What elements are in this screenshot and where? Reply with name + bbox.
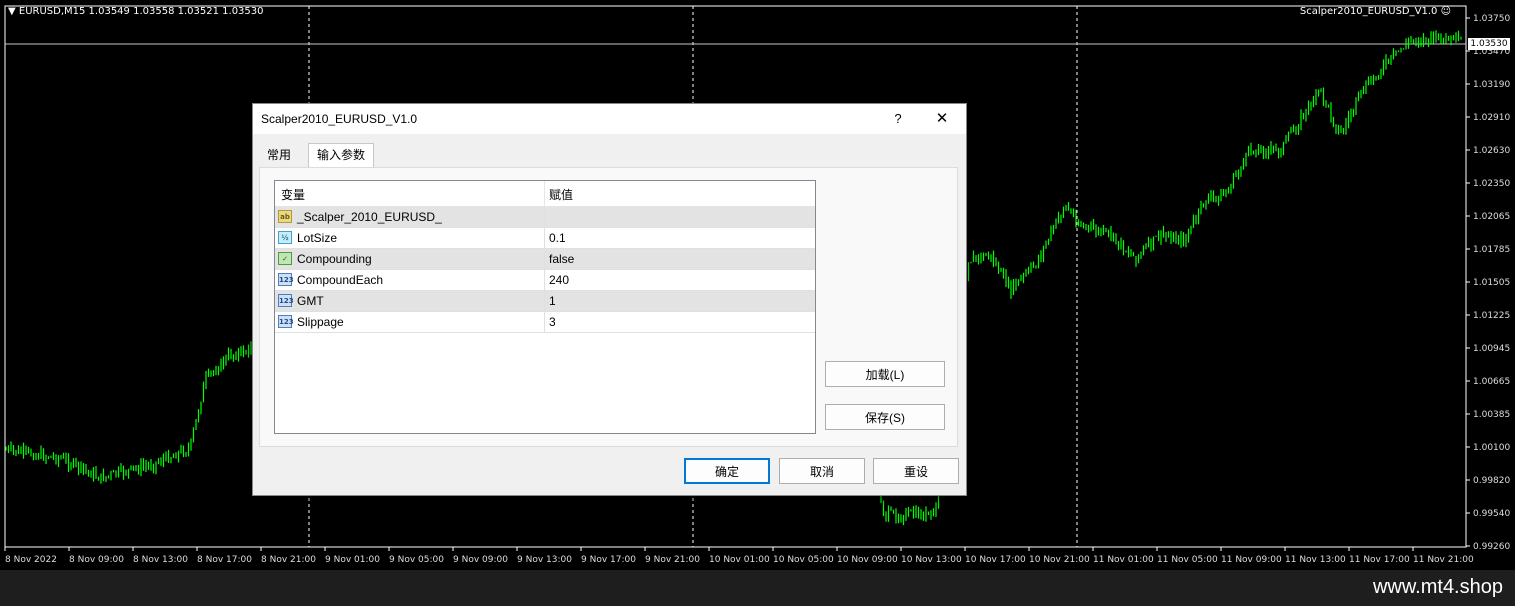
price-level-label: 1.02910	[1473, 113, 1510, 123]
chart-header-text: EURUSD,M15 1.03549 1.03558 1.03521 1.035…	[18, 6, 264, 17]
cell-divider	[544, 249, 545, 269]
price-level-label: 1.00100	[1473, 443, 1510, 453]
cell-divider	[544, 207, 545, 227]
ea-name: Scalper2010_EURUSD_V1.0	[1299, 6, 1438, 17]
tab-input-parameters[interactable]: 输入参数	[308, 143, 375, 168]
price-level-label: 1.01785	[1473, 245, 1510, 255]
time-label: 9 Nov 01:00	[325, 555, 380, 565]
table-row[interactable]: ½ LotSize 0.1	[275, 228, 815, 249]
time-label: 11 Nov 05:00	[1157, 555, 1218, 565]
time-label: 11 Nov 17:00	[1349, 555, 1410, 565]
time-label: 10 Nov 01:00	[709, 555, 770, 565]
close-button[interactable]: ✕	[928, 109, 956, 129]
table-row[interactable]: 123 GMT 1	[275, 291, 815, 312]
time-label: 10 Nov 05:00	[773, 555, 834, 565]
ea-properties-dialog: Scalper2010_EURUSD_V1.0 ? ✕ 常用 输入参数 变量 赋…	[252, 103, 967, 496]
help-button[interactable]: ?	[888, 109, 908, 129]
time-label: 8 Nov 21:00	[261, 555, 316, 565]
price-level-label: 1.01225	[1473, 311, 1510, 321]
price-level-label: 0.99540	[1473, 509, 1510, 519]
watermark: www.mt4.shop	[1372, 576, 1503, 598]
time-label: 10 Nov 09:00	[837, 555, 898, 565]
cell-divider	[544, 291, 545, 311]
price-level-label: 1.03750	[1473, 14, 1510, 24]
time-label: 9 Nov 09:00	[453, 555, 508, 565]
param-value[interactable]: 3	[549, 315, 556, 329]
table-row[interactable]: 123 CompoundEach 240	[275, 270, 815, 291]
price-level-label: 1.00385	[1473, 410, 1510, 420]
expert-advisor-label: Scalper2010_EURUSD_V1.0 ☺	[1300, 6, 1451, 17]
table-header: 变量 赋值	[275, 181, 815, 207]
time-label: 8 Nov 17:00	[197, 555, 252, 565]
price-level-label: 0.99260	[1473, 542, 1510, 552]
time-label: 9 Nov 05:00	[389, 555, 444, 565]
param-name: CompoundEach	[297, 273, 384, 287]
dialog-title: Scalper2010_EURUSD_V1.0	[261, 112, 418, 126]
time-label: 9 Nov 17:00	[581, 555, 636, 565]
column-divider[interactable]	[544, 181, 545, 206]
time-label: 8 Nov 13:00	[133, 555, 188, 565]
time-label: 10 Nov 21:00	[1029, 555, 1090, 565]
column-header-variable[interactable]: 变量	[281, 186, 305, 203]
table-row[interactable]: ab _Scalper_2010_EURUSD_	[275, 207, 815, 228]
smiley-icon[interactable]: ☺	[1441, 6, 1451, 17]
time-label: 10 Nov 17:00	[965, 555, 1026, 565]
parameters-table: 变量 赋值 ab _Scalper_2010_EURUSD_ ½ LotSize…	[274, 180, 816, 434]
param-name: LotSize	[297, 231, 338, 245]
cell-divider	[544, 312, 545, 332]
bool-type-icon: ✓	[278, 252, 292, 265]
triangle-down-icon[interactable]: ▼	[8, 6, 16, 17]
param-name: Compounding	[297, 252, 372, 266]
price-level-label: 1.00665	[1473, 377, 1510, 387]
time-label: 8 Nov 2022	[5, 555, 57, 565]
int-type-icon: 123	[278, 294, 294, 307]
price-level-label: 1.02350	[1473, 179, 1510, 189]
time-label: 11 Nov 13:00	[1285, 555, 1346, 565]
time-label: 11 Nov 01:00	[1093, 555, 1154, 565]
string-type-icon: ab	[278, 210, 292, 223]
reset-button[interactable]: 重设	[873, 458, 959, 484]
column-header-value[interactable]: 赋值	[549, 186, 573, 203]
param-value[interactable]: 240	[549, 273, 569, 287]
price-level-label: 0.99820	[1473, 476, 1510, 486]
time-label: 8 Nov 09:00	[69, 555, 124, 565]
table-row[interactable]: ✓ Compounding false	[275, 249, 815, 270]
ok-button[interactable]: 确定	[684, 458, 770, 484]
param-value[interactable]: 0.1	[549, 231, 566, 245]
price-level-label: 1.02630	[1473, 146, 1510, 156]
load-button[interactable]: 加载(L)	[825, 361, 945, 387]
price-level-label: 1.00945	[1473, 344, 1510, 354]
table-row[interactable]: 123 Slippage 3	[275, 312, 815, 333]
price-level-label: 1.03190	[1473, 80, 1510, 90]
cell-divider	[544, 228, 545, 248]
time-label: 11 Nov 21:00	[1413, 555, 1474, 565]
dialog-titlebar[interactable]: Scalper2010_EURUSD_V1.0 ? ✕	[253, 104, 966, 134]
cancel-button[interactable]: 取消	[779, 458, 865, 484]
double-type-icon: ½	[278, 231, 292, 244]
time-label: 11 Nov 09:00	[1221, 555, 1282, 565]
cell-divider	[544, 270, 545, 290]
param-value[interactable]: 1	[549, 294, 556, 308]
param-name: GMT	[297, 294, 324, 308]
time-label: 10 Nov 13:00	[901, 555, 962, 565]
price-level-label: 1.02065	[1473, 212, 1510, 222]
price-level-label: 1.01505	[1473, 278, 1510, 288]
chart-symbol-header: ▼ EURUSD,M15 1.03549 1.03558 1.03521 1.0…	[8, 6, 264, 17]
int-type-icon: 123	[278, 315, 294, 328]
param-name: Slippage	[297, 315, 344, 329]
int-type-icon: 123	[278, 273, 294, 286]
current-price-tag: 1.03530	[1468, 38, 1510, 50]
param-value[interactable]: false	[549, 252, 574, 266]
param-name: _Scalper_2010_EURUSD_	[297, 210, 442, 224]
time-label: 9 Nov 13:00	[517, 555, 572, 565]
footer-bar: www.mt4.shop	[0, 570, 1515, 606]
time-label: 9 Nov 21:00	[645, 555, 700, 565]
save-button[interactable]: 保存(S)	[825, 404, 945, 430]
tab-common[interactable]: 常用	[259, 144, 299, 166]
